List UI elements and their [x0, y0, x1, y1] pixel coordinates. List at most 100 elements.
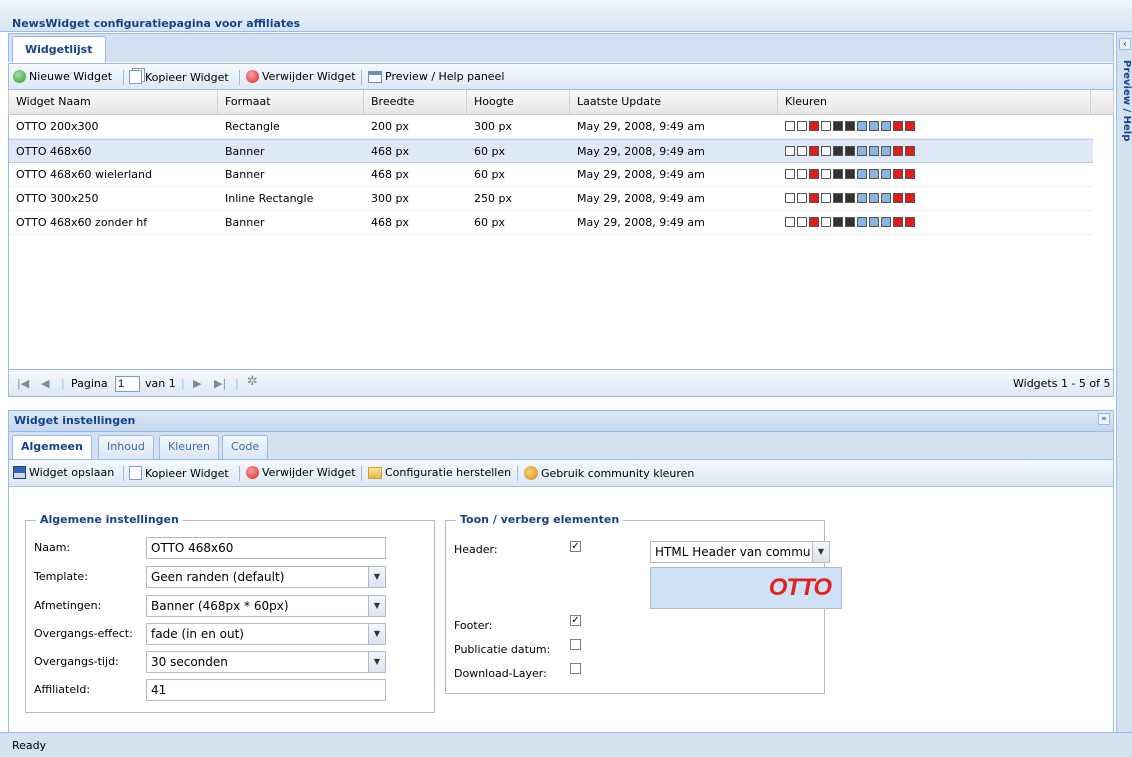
restore-config-button[interactable]: Configuratie herstellen — [368, 466, 511, 479]
tab-code[interactable]: Code — [222, 435, 269, 459]
chevron-down-icon[interactable]: ▼ — [368, 624, 385, 644]
table-row[interactable]: OTTO 200x300 Rectangle 200 px 300 px May… — [9, 115, 1093, 139]
transition-time-select[interactable]: 30 seconden ▼ — [146, 651, 386, 673]
color-swatch — [821, 146, 831, 156]
copy-widget-button[interactable]: Kopieer Widget — [129, 466, 229, 480]
name-label: Naam: — [34, 541, 71, 554]
delete-widget-label: Verwijder Widget — [262, 466, 356, 479]
color-swatch — [845, 146, 855, 156]
tab-widgetlijst[interactable]: Widgetlijst — [12, 36, 106, 63]
affiliate-field[interactable]: 41 — [146, 679, 386, 701]
color-swatch — [893, 169, 903, 179]
elements-fieldset: Toon / verberg elementen Header: ✓ HTML … — [445, 513, 842, 694]
color-swatch — [797, 217, 807, 227]
toolbar-separator — [517, 466, 518, 481]
column-header-width[interactable]: Breedte — [364, 90, 467, 114]
template-select[interactable]: Geen randen (default) ▼ — [146, 566, 386, 588]
panel-icon — [368, 70, 382, 83]
toolbar-separator — [239, 466, 240, 481]
color-swatch — [869, 217, 879, 227]
pager-separator: | — [235, 377, 239, 390]
cell-format: Inline Rectangle — [225, 192, 314, 205]
toolbar-separator — [361, 466, 362, 481]
community-colors-button[interactable]: Gebruik community kleuren — [524, 466, 694, 480]
footer-checkbox[interactable]: ✓ — [570, 615, 581, 626]
status-text: Ready — [12, 739, 47, 752]
new-widget-button[interactable]: Nieuwe Widget — [13, 70, 112, 83]
column-header-colors[interactable]: Kleuren — [778, 90, 1091, 114]
transition-label: Overgangs-effect: — [34, 627, 133, 640]
cell-format: Banner — [225, 145, 265, 158]
column-header-last-update[interactable]: Laatste Update — [570, 90, 778, 114]
transition-select[interactable]: fade (in en out) ▼ — [146, 623, 386, 645]
color-swatch — [857, 121, 867, 131]
pubdate-checkbox[interactable] — [570, 639, 581, 650]
color-swatch — [821, 121, 831, 131]
transition-value: fade (in en out) — [151, 627, 244, 641]
preview-help-panel-label[interactable]: Preview / Help — [1118, 60, 1132, 180]
cell-width: 200 px — [371, 120, 409, 133]
delete-icon — [246, 70, 259, 83]
save-widget-button[interactable]: Widget opslaan — [13, 466, 114, 479]
tab-algemeen[interactable]: Algemeen — [12, 435, 92, 460]
tab-inhoud[interactable]: Inhoud — [98, 435, 154, 459]
table-row[interactable]: OTTO 300x250 Inline Rectangle 300 px 250… — [9, 187, 1093, 211]
restore-config-label: Configuratie herstellen — [385, 466, 512, 479]
delete-widget-button[interactable]: Verwijder Widget — [246, 70, 356, 83]
table-row[interactable]: OTTO 468x60 wielerland Banner 468 px 60 … — [9, 163, 1093, 187]
pager-separator: | — [181, 377, 185, 390]
delete-widget-button[interactable]: Verwijder Widget — [246, 466, 356, 479]
name-field[interactable]: OTTO 468x60 — [146, 537, 386, 559]
table-row-selected[interactable]: OTTO 468x60 Banner 468 px 60 px May 29, … — [9, 139, 1093, 163]
color-swatch — [869, 121, 879, 131]
grid-header: Widget Naam Formaat Breedte Hoogte Laats… — [8, 90, 1114, 115]
expand-preview-panel-icon[interactable]: ‹ — [1119, 38, 1131, 50]
color-swatch — [881, 169, 891, 179]
transition-time-label: Overgangs-tijd: — [34, 655, 119, 668]
column-header-name[interactable]: Widget Naam — [9, 90, 218, 114]
toolbar-separator — [361, 70, 362, 85]
color-swatch — [809, 169, 819, 179]
chevron-down-icon[interactable]: ▼ — [368, 567, 385, 587]
widget-list-tabstrip — [8, 33, 1114, 62]
refresh-icon[interactable]: ✲ — [247, 374, 258, 389]
chevron-down-icon[interactable]: ▼ — [368, 652, 385, 672]
cell-height: 60 px — [474, 216, 505, 229]
template-value: Geen randen (default) — [151, 570, 285, 584]
size-select[interactable]: Banner (468px * 60px) ▼ — [146, 595, 386, 617]
save-widget-label: Widget opslaan — [29, 466, 115, 479]
cell-format: Banner — [225, 168, 265, 181]
app-title: NewsWidget configuratiepagina voor affil… — [12, 17, 301, 30]
preview-help-button[interactable]: Preview / Help paneel — [368, 70, 504, 83]
color-swatches — [785, 121, 915, 131]
color-swatch — [881, 217, 891, 227]
column-header-height[interactable]: Hoogte — [467, 90, 570, 114]
copy-widget-button[interactable]: Kopieer Widget — [129, 70, 229, 84]
header-type-select[interactable]: HTML Header van commu ▼ — [650, 541, 830, 563]
chevron-down-icon[interactable]: ▼ — [812, 542, 829, 562]
color-swatches — [785, 169, 915, 179]
cell-updated: May 29, 2008, 9:49 am — [577, 168, 705, 181]
page-number-input[interactable] — [115, 376, 140, 392]
tab-kleuren[interactable]: Kleuren — [159, 435, 220, 459]
last-page-icon[interactable]: ▶| — [214, 377, 226, 390]
prev-page-icon[interactable]: ◀ — [41, 377, 49, 390]
color-swatch — [881, 146, 891, 156]
general-settings-fieldset: Algemene instellingen Naam: OTTO 468x60 … — [25, 513, 435, 713]
column-header-format[interactable]: Formaat — [218, 90, 364, 114]
affiliate-label: AffiliateId: — [34, 683, 91, 696]
color-swatch — [893, 146, 903, 156]
color-swatch — [845, 169, 855, 179]
next-page-icon[interactable]: ▶ — [193, 377, 201, 390]
widget-settings-header — [8, 410, 1114, 432]
color-swatch — [857, 146, 867, 156]
collapse-settings-icon[interactable]: » — [1098, 413, 1110, 425]
color-swatch — [845, 193, 855, 203]
download-layer-checkbox[interactable] — [570, 663, 581, 674]
table-row[interactable]: OTTO 468x60 zonder hf Banner 468 px 60 p… — [9, 211, 1093, 235]
first-page-icon[interactable]: |◀ — [17, 377, 29, 390]
settings-body: Algemene instellingen Naam: OTTO 468x60 … — [8, 487, 1114, 732]
chevron-down-icon[interactable]: ▼ — [368, 596, 385, 616]
template-label: Template: — [34, 570, 88, 583]
header-checkbox[interactable]: ✓ — [570, 541, 581, 552]
